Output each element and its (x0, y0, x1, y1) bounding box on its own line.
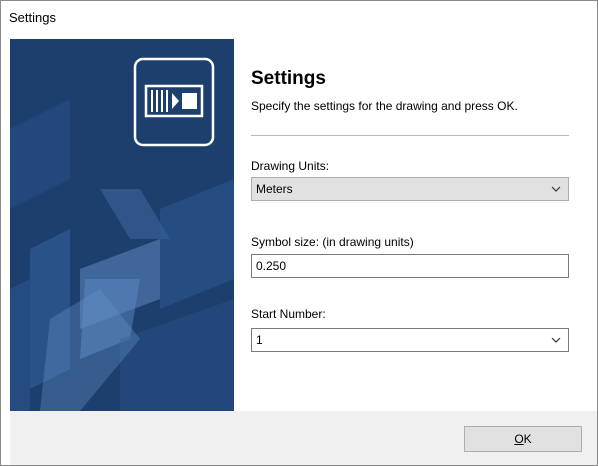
ok-label-rest: K (523, 432, 532, 446)
banner-art (10, 57, 234, 411)
symbol-size-input[interactable]: 0.250 (251, 254, 569, 278)
window-title: Settings (9, 10, 56, 25)
symbol-size-value: 0.250 (256, 259, 287, 273)
chevron-down-icon (551, 337, 561, 343)
symbol-size-label: Symbol size: (in drawing units) (251, 235, 414, 249)
start-number-label: Start Number: (251, 307, 326, 321)
drawing-units-dropdown[interactable]: Meters (251, 177, 569, 201)
instructions-text: Specify the settings for the drawing and… (251, 99, 518, 113)
start-number-combobox[interactable]: 1 (251, 328, 569, 352)
drawing-units-value: Meters (256, 182, 293, 196)
separator (251, 135, 569, 136)
start-number-value: 1 (256, 333, 263, 347)
settings-dialog: Settings Settings Specify the settings f… (0, 0, 598, 466)
dialog-footer: OK (10, 411, 597, 465)
page-title: Settings (251, 68, 326, 89)
chevron-down-icon (551, 186, 561, 192)
ok-mnemonic: O (514, 432, 524, 446)
ok-button[interactable]: OK (464, 426, 582, 452)
drawing-units-label: Drawing Units: (251, 159, 330, 173)
drawing-settings-icon (133, 57, 215, 147)
title-bar: Settings (1, 1, 597, 39)
side-banner (10, 39, 234, 411)
